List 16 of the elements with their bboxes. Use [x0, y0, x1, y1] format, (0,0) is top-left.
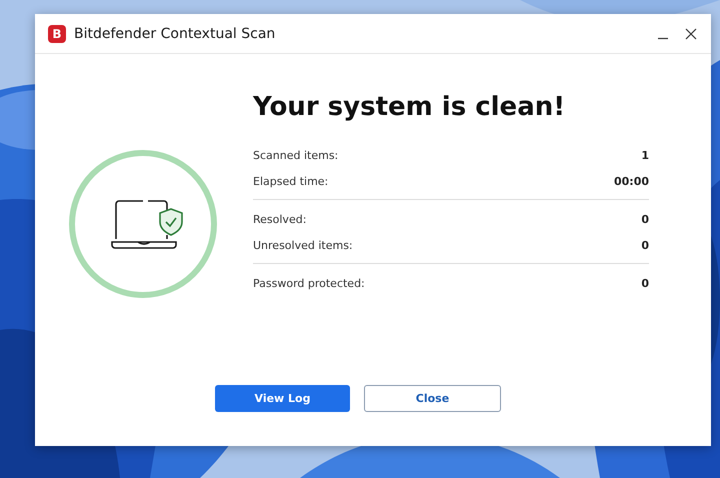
- view-log-button[interactable]: View Log: [215, 385, 350, 412]
- app-logo: B: [48, 24, 66, 42]
- stat-value: 0: [641, 212, 649, 226]
- stat-label: Password protected:: [253, 276, 365, 290]
- stat-value: 00:00: [614, 174, 649, 188]
- stat-label: Scanned items:: [253, 148, 338, 162]
- stat-label: Unresolved items:: [253, 238, 353, 252]
- close-button[interactable]: Close: [364, 385, 501, 412]
- result-heading: Your system is clean!: [253, 91, 566, 124]
- stat-value: 0: [641, 276, 649, 290]
- stat-label: Resolved:: [253, 212, 306, 226]
- stat-value: 1: [641, 148, 649, 162]
- window-title: Bitdefender Contextual Scan: [74, 26, 276, 42]
- stat-value: 0: [641, 238, 649, 252]
- close-icon[interactable]: [685, 28, 697, 40]
- stat-label: Elapsed time:: [253, 174, 328, 188]
